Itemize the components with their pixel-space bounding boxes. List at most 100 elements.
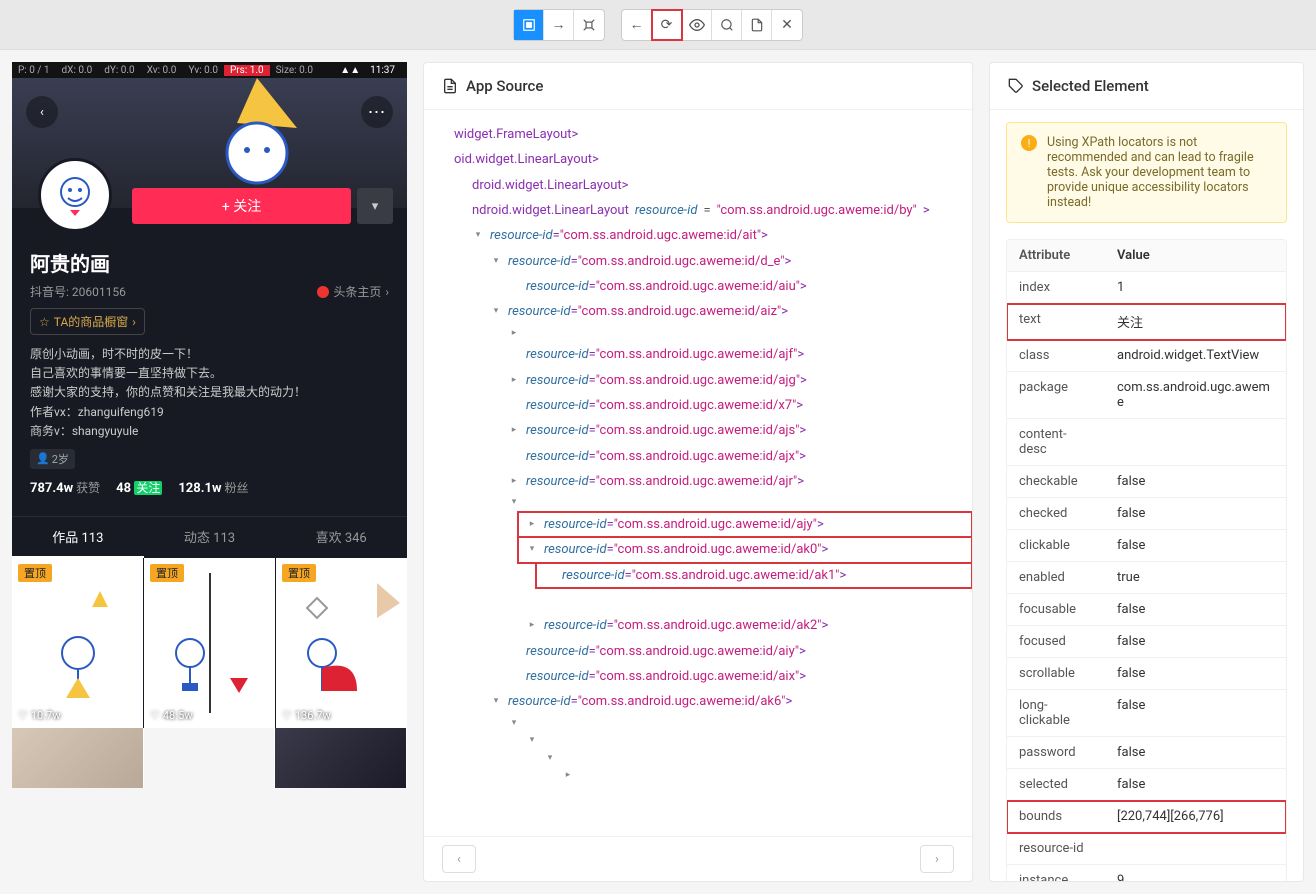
video-cell[interactable] xyxy=(144,728,276,788)
source-tree-node[interactable]: ▾ xyxy=(518,732,972,750)
source-tree-node[interactable]: ▾ resource-id="com.ss.android.ugc.aweme:… xyxy=(482,299,972,324)
source-tree[interactable]: widget.FrameLayout>oid.widget.LinearLayo… xyxy=(424,110,972,836)
toutiao-link[interactable]: 头条主页 › xyxy=(317,283,389,300)
source-tree-node[interactable]: droid.widget.LinearLayout> xyxy=(446,173,972,198)
attribute-row[interactable]: enabledtrue xyxy=(1007,562,1286,594)
phone-screenshot[interactable]: ‹ ⋯ + 关注 ▾ 阿贵的画 抖音号: 20601156 头条主页 › xyxy=(12,78,407,788)
avatar[interactable] xyxy=(38,158,112,232)
attribute-row[interactable]: clickablefalse xyxy=(1007,530,1286,562)
status-time: ▲▲ 11:37 xyxy=(334,65,407,76)
source-tree-node[interactable]: ndroid.widget.LinearLayout resource-id="… xyxy=(446,198,972,223)
selected-title: Selected Element xyxy=(990,63,1303,110)
source-tree-node[interactable]: ▸ xyxy=(554,767,972,785)
source-tree-node[interactable]: ▸ xyxy=(500,325,972,343)
source-tree-node[interactable]: oid.widget.LinearLayout> xyxy=(428,147,972,172)
like-count: ♡ 10.7w xyxy=(18,709,61,722)
source-tree-node[interactable]: resource-id="com.ss.android.ugc.aweme:id… xyxy=(500,274,972,299)
toutiao-icon xyxy=(317,286,329,298)
header-character xyxy=(187,68,327,208)
video-grid-row2 xyxy=(12,728,407,788)
attribute-row[interactable]: focusedfalse xyxy=(1007,626,1286,658)
source-tree-node[interactable]: ▾ resource-id="com.ss.android.ugc.aweme:… xyxy=(518,537,972,562)
source-tree-node[interactable]: resource-id="com.ss.android.ugc.aweme:id… xyxy=(500,639,972,664)
shop-window[interactable]: ☆ TA的商品橱窗 › xyxy=(30,308,145,335)
top-toolbar: → ← ⟳ ✕ xyxy=(0,0,1316,50)
follow-button[interactable]: + 关注 xyxy=(132,188,351,224)
source-prev-button[interactable]: ‹ xyxy=(442,845,476,873)
warning-icon: ! xyxy=(1021,135,1037,151)
video-cell[interactable]: 置顶 ♡ 48.5w xyxy=(144,558,276,728)
coord-p: P: 0 / 1 xyxy=(12,65,56,76)
source-tree-node[interactable]: resource-id="com.ss.android.ugc.aweme:id… xyxy=(500,342,972,367)
attribute-row[interactable]: selectedfalse xyxy=(1007,769,1286,801)
attribute-row[interactable]: resource-id xyxy=(1007,833,1286,865)
source-tree-node[interactable]: ▸ resource-id="com.ss.android.ugc.aweme:… xyxy=(518,512,972,537)
profile-tabs: 作品 113 动态 113 喜欢 346 xyxy=(12,516,407,558)
eye-button[interactable] xyxy=(682,10,712,40)
source-tree-node[interactable]: resource-id="com.ss.android.ugc.aweme:id… xyxy=(500,444,972,469)
source-tree-node[interactable]: resource-id="com.ss.android.ugc.aweme:id… xyxy=(536,563,972,588)
document-icon xyxy=(442,78,458,94)
stat-following[interactable]: 48 关注 xyxy=(116,479,162,496)
source-tree-node[interactable]: ▾ resource-id="com.ss.android.ugc.aweme:… xyxy=(482,689,972,714)
back-button[interactable]: ← xyxy=(622,10,652,40)
search-button[interactable] xyxy=(712,10,742,40)
attribute-row[interactable]: classandroid.widget.TextView xyxy=(1007,340,1286,372)
close-button[interactable]: ✕ xyxy=(772,10,802,40)
age-badge: 👤 2岁 xyxy=(30,449,75,469)
source-tree-node[interactable]: widget.FrameLayout> xyxy=(428,122,972,147)
attribute-row[interactable]: instance9 xyxy=(1007,865,1286,881)
like-count: ♡ 48.5w xyxy=(150,709,193,722)
tag-icon xyxy=(1008,78,1024,94)
source-tree-node[interactable]: ▸ resource-id="com.ss.android.ugc.aweme:… xyxy=(500,368,972,393)
source-tree-node[interactable]: ▸ resource-id="com.ss.android.ugc.aweme:… xyxy=(500,469,972,494)
source-nav: ‹ › xyxy=(424,836,972,881)
follow-more-button[interactable]: ▾ xyxy=(357,188,393,224)
tap-mode-button[interactable] xyxy=(574,10,604,40)
attribute-row[interactable]: focusablefalse xyxy=(1007,594,1286,626)
attribute-row[interactable]: index1 xyxy=(1007,272,1286,304)
uid-row: 抖音号: 20601156 头条主页 › xyxy=(30,283,389,300)
video-cell[interactable]: 置顶 ♡ 136.7w xyxy=(276,558,407,728)
refresh-button[interactable]: ⟳ xyxy=(652,10,682,40)
source-tree-node[interactable]: ▸ resource-id="com.ss.android.ugc.aweme:… xyxy=(518,613,972,638)
source-tree-node[interactable]: ▸ resource-id="com.ss.android.ugc.aweme:… xyxy=(500,418,972,443)
attribute-row[interactable]: text关注 xyxy=(1007,304,1286,340)
attribute-row[interactable]: long-clickablefalse xyxy=(1007,690,1286,737)
copy-button[interactable] xyxy=(742,10,772,40)
back-icon[interactable]: ‹ xyxy=(26,96,58,128)
source-tree-node[interactable]: ▾ xyxy=(500,494,972,512)
video-cell[interactable]: 置顶 ♡ 10.7w xyxy=(12,558,144,728)
tab-works[interactable]: 作品 113 xyxy=(12,517,144,558)
screenshot-pane: P: 0 / 1 dX: 0.0 dY: 0.0 Xv: 0.0 Yv: 0.0… xyxy=(12,62,407,882)
video-cell[interactable] xyxy=(12,728,144,788)
source-tree-node[interactable]: resource-id="com.ss.android.ugc.aweme:id… xyxy=(500,393,972,418)
toolbar-group-2: ← ⟳ ✕ xyxy=(621,9,803,41)
table-header: Attribute Value xyxy=(1007,240,1286,272)
attribute-row[interactable]: bounds[220,744][266,776] xyxy=(1007,801,1286,833)
coord-dy: dY: 0.0 xyxy=(98,65,140,76)
swipe-mode-button[interactable]: → xyxy=(544,10,574,40)
tab-moments[interactable]: 动态 113 xyxy=(144,517,276,558)
source-tree-node[interactable]: ▾ xyxy=(536,750,972,768)
attribute-row[interactable]: checkedfalse xyxy=(1007,498,1286,530)
source-tree-node[interactable]: ▾ xyxy=(500,715,972,733)
video-cell[interactable] xyxy=(275,728,407,788)
attribute-row[interactable]: scrollablefalse xyxy=(1007,658,1286,690)
source-next-button[interactable]: › xyxy=(920,845,954,873)
coord-dx: dX: 0.0 xyxy=(56,65,99,76)
attribute-row[interactable]: content-desc xyxy=(1007,419,1286,466)
like-count: ♡ 136.7w xyxy=(282,709,331,722)
source-tree-node[interactable]: ▾ resource-id="com.ss.android.ugc.aweme:… xyxy=(464,223,972,248)
stat-likes[interactable]: 787.4w获赞 xyxy=(30,479,100,496)
source-tree-node[interactable]: ▾ resource-id="com.ss.android.ugc.aweme:… xyxy=(482,249,972,274)
tab-likes[interactable]: 喜欢 346 xyxy=(275,517,407,558)
attribute-row[interactable]: checkablefalse xyxy=(1007,466,1286,498)
source-tree-node[interactable]: resource-id="com.ss.android.ugc.aweme:id… xyxy=(500,664,972,689)
select-mode-button[interactable] xyxy=(514,10,544,40)
attributes-table: Attribute Value index1text关注classandroid… xyxy=(1006,239,1287,881)
attribute-row[interactable]: packagecom.ss.android.ugc.aweme xyxy=(1007,372,1286,419)
stat-fans[interactable]: 128.1w粉丝 xyxy=(178,479,248,496)
attribute-row[interactable]: passwordfalse xyxy=(1007,737,1286,769)
menu-icon[interactable]: ⋯ xyxy=(361,96,393,128)
